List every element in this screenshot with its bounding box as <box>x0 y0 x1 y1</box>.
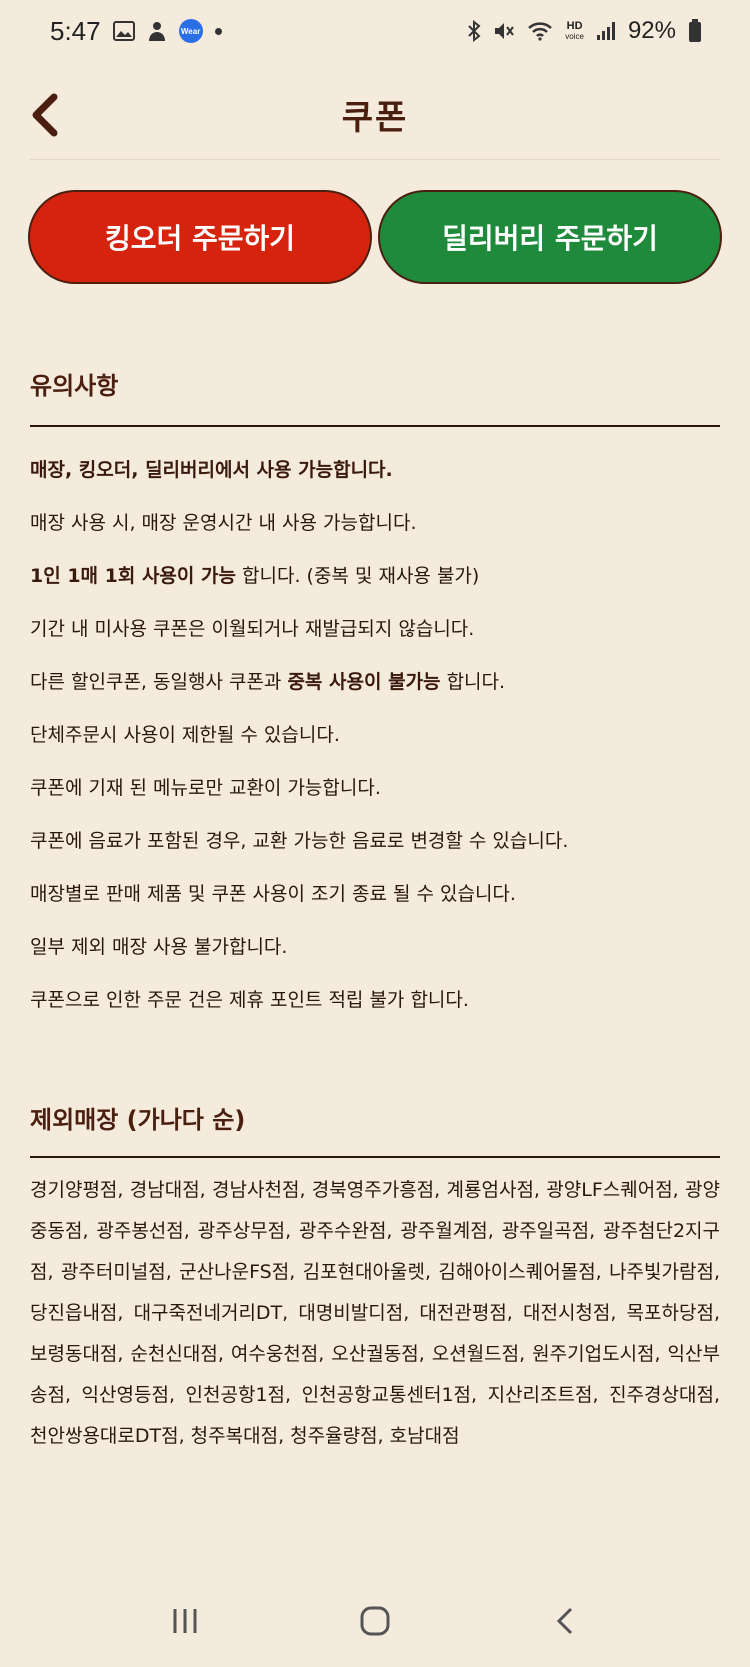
order-buttons: 킹오더 주문하기 딜리버리 주문하기 <box>28 190 722 284</box>
system-back-button[interactable] <box>535 1591 595 1651</box>
home-icon <box>360 1606 390 1636</box>
back-button[interactable] <box>30 90 80 140</box>
back-arrow-icon <box>556 1607 573 1635</box>
list-item: 기간 내 미사용 쿠폰은 이월되거나 재발급되지 않습니다. <box>30 618 475 640</box>
list-item: 매장별로 판매 제품 및 쿠폰 사용이 조기 종료 될 수 있습니다. <box>30 883 516 905</box>
notice-list: 매장, 킹오더, 딜리버리에서 사용 가능합니다. 매장 사용 시, 매장 운영… <box>30 444 720 1027</box>
king-order-button[interactable]: 킹오더 주문하기 <box>28 190 372 284</box>
recent-apps-icon <box>173 1609 197 1633</box>
list-item: 단체주문시 사용이 제한될 수 있습니다. <box>30 724 340 746</box>
excluded-divider <box>30 1156 720 1158</box>
clock: 5:47 <box>50 15 101 46</box>
bluetooth-icon <box>467 20 481 42</box>
list-item: 매장, 킹오더, 딜리버리에서 사용 가능합니다. <box>30 459 393 481</box>
delivery-order-button[interactable]: 딜리버리 주문하기 <box>378 190 722 284</box>
status-right: HD voice 92% <box>467 17 702 45</box>
notification-dot-icon <box>214 27 222 35</box>
list-item: 매장 사용 시, 매장 운영시간 내 사용 가능합니다. <box>30 512 417 534</box>
gallery-icon <box>112 21 135 41</box>
home-button[interactable] <box>345 1591 405 1651</box>
wear-icon: Wear <box>178 19 203 43</box>
wifi-icon <box>527 21 553 41</box>
system-nav-bar <box>0 1575 750 1667</box>
list-item: 1인 1매 1회 사용이 가능 합니다. (중복 및 재사용 불가) <box>30 565 480 587</box>
status-bar: 5:47 Wear HD voice 92% <box>0 0 750 62</box>
status-left: 5:47 Wear <box>50 16 222 47</box>
person-icon <box>147 20 167 42</box>
recent-apps-button[interactable] <box>155 1591 215 1651</box>
signal-icon <box>596 21 616 41</box>
battery-icon <box>688 19 702 43</box>
page-header: 쿠폰 <box>30 70 720 160</box>
battery-percent: 92% <box>627 17 676 44</box>
notice-title: 유의사항 <box>30 372 119 400</box>
hd-voice-icon: HD voice <box>565 19 584 41</box>
notice-divider <box>30 425 720 427</box>
list-item: 다른 할인쿠폰, 동일행사 쿠폰과 중복 사용이 불가능 합니다. <box>30 671 506 693</box>
list-item: 쿠폰에 기재 된 메뉴로만 교환이 가능합니다. <box>30 777 381 799</box>
list-item: 쿠폰에 음료가 포함된 경우, 교환 가능한 음료로 변경할 수 있습니다. <box>30 830 569 852</box>
excluded-stores-title: 제외매장 (가나다 순) <box>30 1106 246 1134</box>
list-item: 쿠폰으로 인한 주문 건은 제휴 포인트 적립 불가 합니다. <box>30 989 469 1011</box>
excluded-stores-list: 경기양평점, 경남대점, 경남사천점, 경북영주가흥점, 계룡엄사점, 광양LF… <box>30 1179 720 1447</box>
mute-icon <box>493 20 515 42</box>
chevron-left-icon <box>32 93 58 137</box>
list-item: 일부 제외 매장 사용 불가합니다. <box>30 936 288 958</box>
page-title: 쿠폰 <box>341 98 409 138</box>
